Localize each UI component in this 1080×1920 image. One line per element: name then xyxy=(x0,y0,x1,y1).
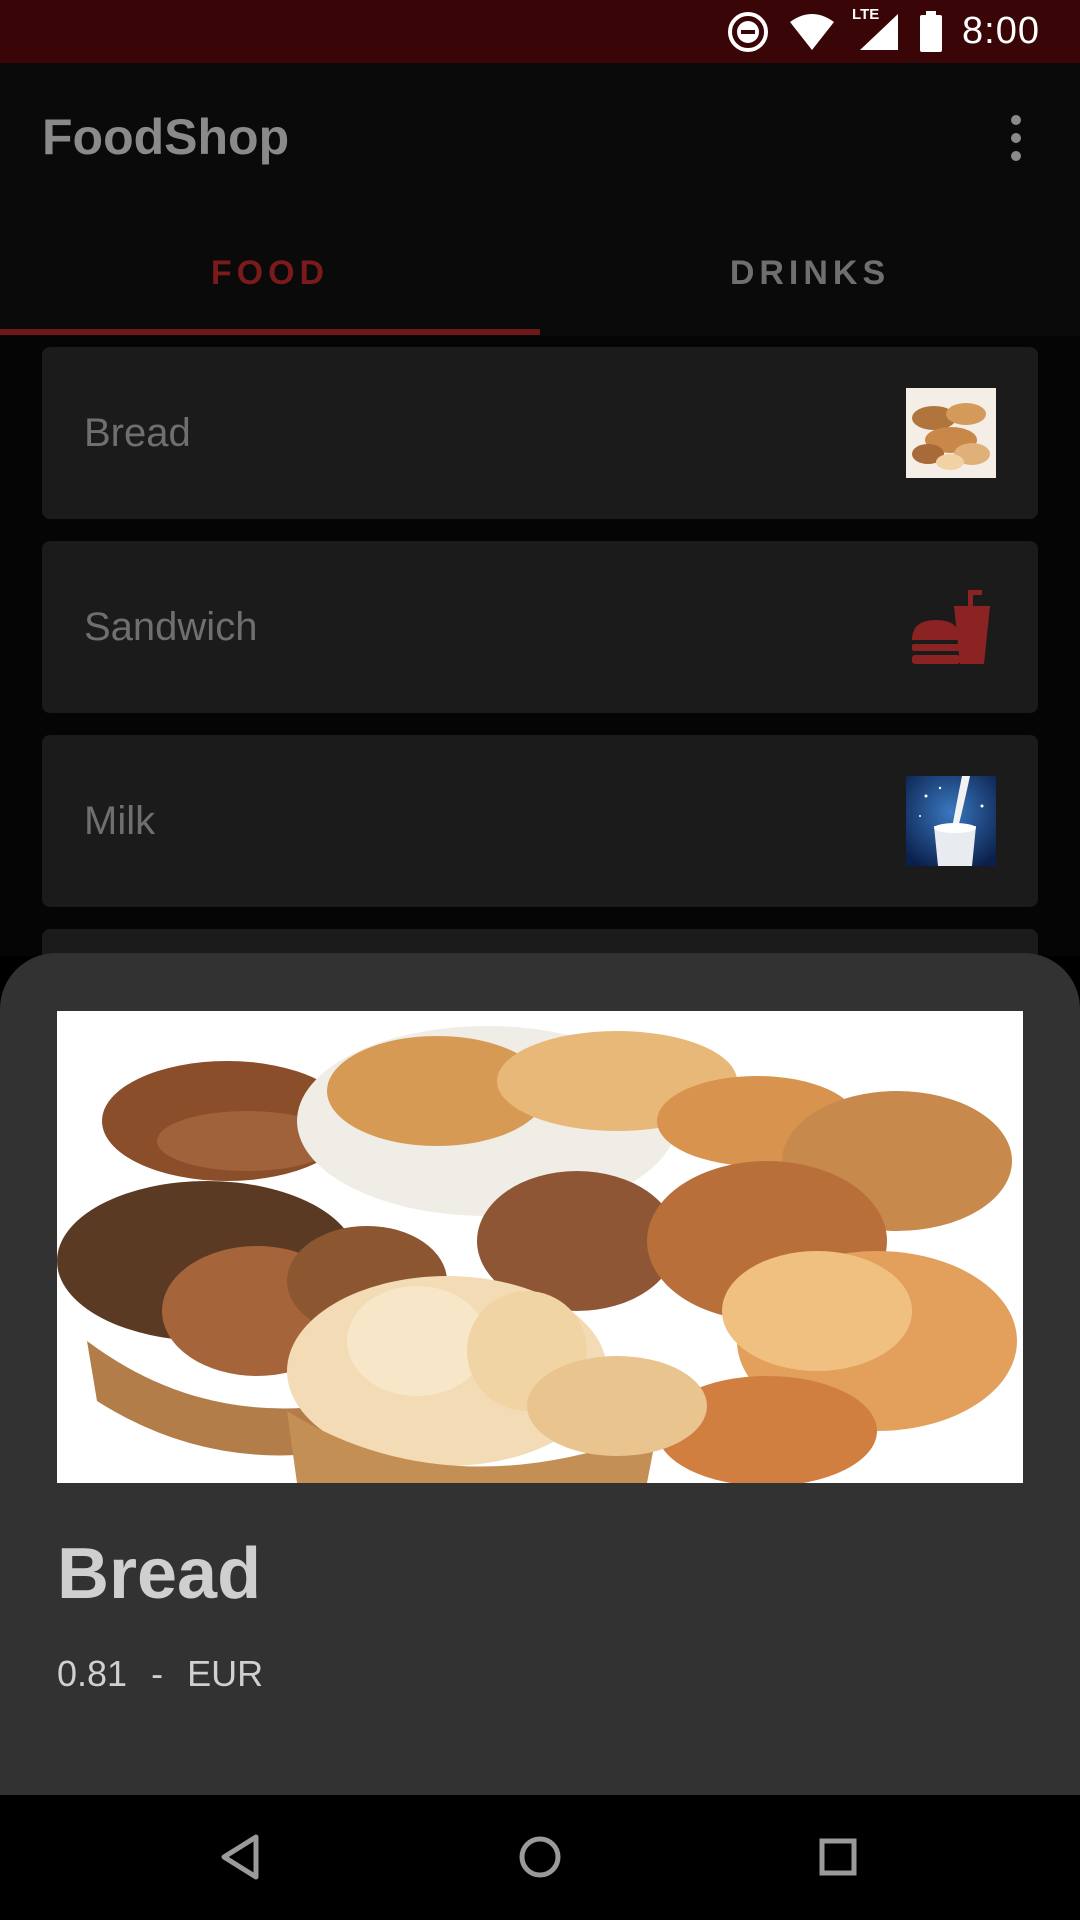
item-list: Bread Sandwich Milk xyxy=(0,336,1080,1101)
battery-icon xyxy=(920,10,943,52)
network-label: LTE xyxy=(852,5,880,23)
status-icons: LTE 8:00 xyxy=(726,0,1040,63)
list-item-bread[interactable]: Bread xyxy=(42,347,1038,519)
list-item-label: Bread xyxy=(84,410,191,455)
list-item-milk[interactable]: Milk xyxy=(42,735,1038,907)
app-title: FoodShop xyxy=(42,109,290,165)
do-not-disturb-icon xyxy=(728,11,769,52)
detail-price: 0.81 - EUR xyxy=(57,1653,263,1695)
status-time: 8:00 xyxy=(962,10,1040,52)
tab-bar: FOOD DRINKS xyxy=(0,211,1080,336)
price-currency: EUR xyxy=(187,1653,264,1694)
bread-assortment-image xyxy=(57,1011,1023,1483)
list-item-label: Sandwich xyxy=(84,604,258,649)
back-icon[interactable] xyxy=(202,1817,282,1897)
tab-drinks[interactable]: DRINKS xyxy=(540,211,1080,336)
detail-bottom-sheet: Bread 0.81 - EUR xyxy=(0,953,1080,1795)
bread-thumbnail xyxy=(906,388,996,478)
home-icon[interactable] xyxy=(500,1817,580,1897)
app-bar: FoodShop xyxy=(0,63,1080,211)
price-value: 0.81 xyxy=(57,1653,128,1694)
list-item-label: Milk xyxy=(84,798,156,843)
wifi-icon xyxy=(790,13,835,50)
list-item-sandwich[interactable]: Sandwich xyxy=(42,541,1038,713)
more-vert-icon[interactable] xyxy=(986,108,1046,168)
status-bar: LTE 8:00 xyxy=(0,0,1080,63)
tab-indicator xyxy=(0,329,540,335)
fastfood-icon xyxy=(912,590,990,664)
navigation-bar xyxy=(0,1795,1080,1920)
tab-food[interactable]: FOOD xyxy=(0,211,540,336)
lte-signal-icon: LTE xyxy=(852,6,900,52)
price-separator: - xyxy=(151,1653,164,1694)
recents-icon[interactable] xyxy=(798,1817,878,1897)
detail-title: Bread xyxy=(57,1534,262,1614)
milk-thumbnail xyxy=(906,776,996,866)
